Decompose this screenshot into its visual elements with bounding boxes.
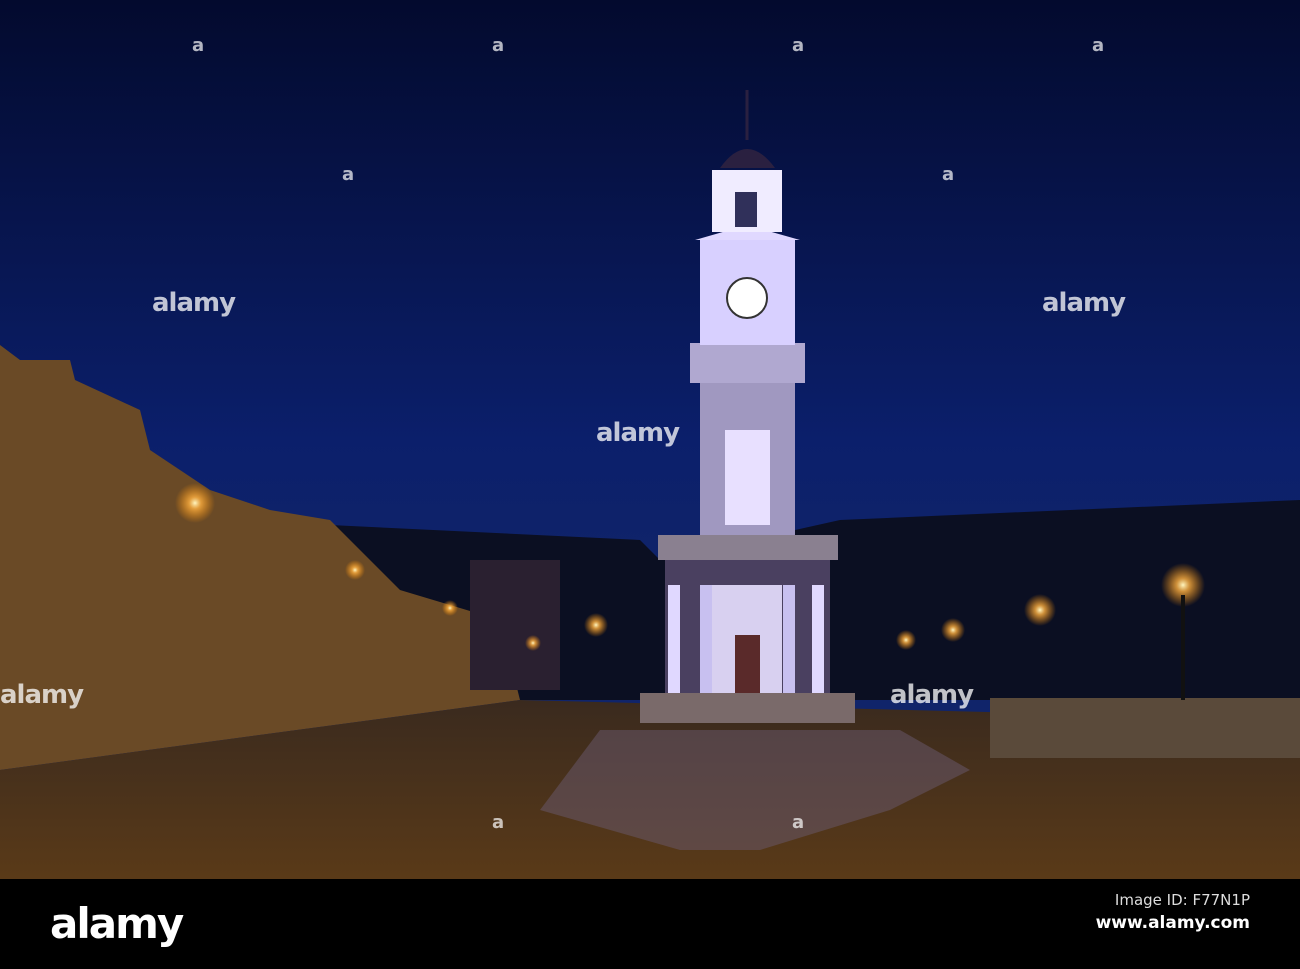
watermark-letter: a xyxy=(1092,35,1105,56)
watermark-letter: a xyxy=(192,35,205,56)
watermark-letter: a xyxy=(792,35,805,56)
sea-wall xyxy=(990,698,1300,758)
watermark-letter: a xyxy=(342,164,355,185)
watermark-letter: a xyxy=(492,812,505,833)
watermark: alamy xyxy=(596,418,680,448)
stock-photo: alamy alamy alamy alamy alamy a a a a a … xyxy=(0,0,1300,969)
watermark-letter: a xyxy=(492,35,505,56)
footer-bar: alamy Image ID: F77N1P www.alamy.com xyxy=(0,879,1300,969)
tower-block xyxy=(470,560,560,690)
watermark-letter: a xyxy=(942,164,955,185)
image-id: Image ID: F77N1P xyxy=(1114,891,1250,909)
watermark: alamy xyxy=(1042,288,1126,318)
website-link[interactable]: www.alamy.com xyxy=(1096,913,1250,933)
alamy-logo: alamy xyxy=(50,899,184,948)
watermark: alamy xyxy=(890,680,974,710)
watermark-letter: a xyxy=(792,812,805,833)
watermark: alamy xyxy=(0,680,84,710)
clock-face xyxy=(726,277,768,319)
watermark: alamy xyxy=(152,288,236,318)
